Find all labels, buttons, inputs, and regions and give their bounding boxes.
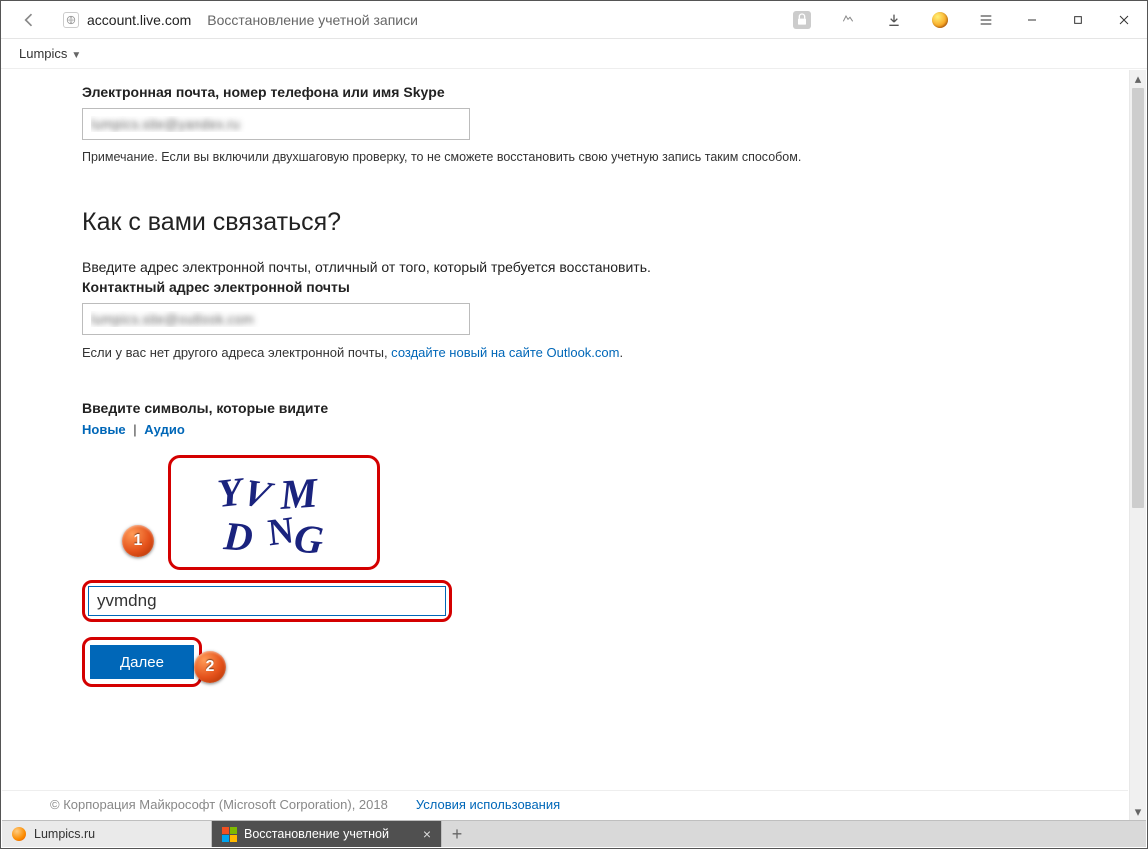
url-title: Восстановление учетной записи bbox=[207, 12, 418, 28]
create-outlook-link[interactable]: создайте новый на сайте Outlook.com bbox=[391, 345, 619, 360]
tab-close-icon[interactable]: × bbox=[423, 826, 431, 842]
tab-favicon-ms-icon bbox=[222, 827, 236, 841]
address-bar[interactable]: account.live.com Восстановление учетной … bbox=[57, 12, 779, 28]
two-step-note: Примечание. Если вы включили двухшаговую… bbox=[82, 150, 1128, 164]
next-button[interactable]: Далее bbox=[90, 645, 194, 679]
site-identity-icon bbox=[63, 12, 79, 28]
close-button[interactable] bbox=[1101, 1, 1147, 39]
captcha-image-frame: Y V M D N G bbox=[168, 455, 380, 570]
terms-link[interactable]: Условия использования bbox=[416, 797, 560, 812]
tab-account-recovery[interactable]: Восстановление учетной × bbox=[212, 821, 442, 847]
tab-strip: Lumpics.ru Восстановление учетной × + bbox=[2, 820, 1146, 847]
maximize-button[interactable] bbox=[1055, 1, 1101, 39]
captcha-new-link[interactable]: Новые bbox=[82, 422, 126, 437]
tab-label: Восстановление учетной bbox=[244, 827, 389, 841]
page-footer: © Корпорация Майкрософт (Microsoft Corpo… bbox=[2, 790, 1128, 820]
email-input[interactable] bbox=[82, 108, 470, 140]
annotation-badge-1: 1 bbox=[122, 525, 154, 557]
bookmarks-bar: Lumpics▼ bbox=[1, 39, 1147, 69]
security-indicator-icon[interactable] bbox=[779, 1, 825, 39]
scrollbar-thumb[interactable] bbox=[1132, 88, 1144, 508]
new-tab-button[interactable]: + bbox=[442, 821, 472, 847]
tab-lumpics[interactable]: Lumpics.ru bbox=[2, 821, 212, 847]
captcha-audio-link[interactable]: Аудио bbox=[144, 422, 184, 437]
page-viewport: Электронная почта, номер телефона или им… bbox=[2, 70, 1146, 820]
browser-titlebar: account.live.com Восстановление учетной … bbox=[1, 1, 1147, 39]
captcha-input[interactable] bbox=[88, 586, 446, 616]
no-email-text: Если у вас нет другого адреса электронно… bbox=[82, 345, 1128, 360]
scroll-down-icon[interactable]: ▾ bbox=[1130, 803, 1146, 820]
email-label: Электронная почта, номер телефона или им… bbox=[82, 84, 1128, 100]
page-content: Электронная почта, номер телефона или им… bbox=[2, 70, 1128, 820]
no-email-prefix: Если у вас нет другого адреса электронно… bbox=[82, 345, 391, 360]
extension-icon[interactable] bbox=[917, 1, 963, 39]
svg-text:D: D bbox=[221, 513, 254, 560]
back-button[interactable] bbox=[1, 10, 57, 30]
scroll-up-icon[interactable]: ▴ bbox=[1130, 70, 1146, 87]
tableau-icon[interactable] bbox=[825, 1, 871, 39]
tab-favicon-orange-icon bbox=[12, 827, 26, 841]
captcha-block: Y V M D N G 1 Далее 2 bbox=[82, 455, 1128, 705]
url-host: account.live.com bbox=[87, 12, 191, 28]
tab-label: Lumpics.ru bbox=[34, 827, 95, 841]
separator: | bbox=[133, 422, 136, 437]
contact-heading: Как с вами связаться? bbox=[82, 208, 1128, 237]
bookmark-folder[interactable]: Lumpics▼ bbox=[19, 46, 81, 61]
menu-icon[interactable] bbox=[963, 1, 1009, 39]
no-email-suffix: . bbox=[619, 345, 623, 360]
captcha-controls: Новые | Аудио bbox=[82, 422, 1128, 437]
svg-text:V: V bbox=[237, 472, 279, 516]
captcha-input-frame bbox=[82, 580, 452, 622]
captcha-image: Y V M D N G bbox=[189, 465, 359, 560]
vertical-scrollbar[interactable]: ▴ ▾ bbox=[1129, 70, 1146, 820]
downloads-icon[interactable] bbox=[871, 1, 917, 39]
annotation-badge-2: 2 bbox=[194, 651, 226, 683]
svg-text:G: G bbox=[292, 515, 326, 560]
contact-desc: Введите адрес электронной почты, отличны… bbox=[82, 259, 1128, 275]
captcha-label: Введите символы, которые видите bbox=[82, 400, 1128, 416]
contact-email-label: Контактный адрес электронной почты bbox=[82, 279, 1128, 295]
next-button-frame: Далее bbox=[82, 637, 202, 687]
copyright-text: © Корпорация Майкрософт (Microsoft Corpo… bbox=[50, 797, 388, 812]
contact-email-input[interactable] bbox=[82, 303, 470, 335]
minimize-button[interactable] bbox=[1009, 1, 1055, 39]
